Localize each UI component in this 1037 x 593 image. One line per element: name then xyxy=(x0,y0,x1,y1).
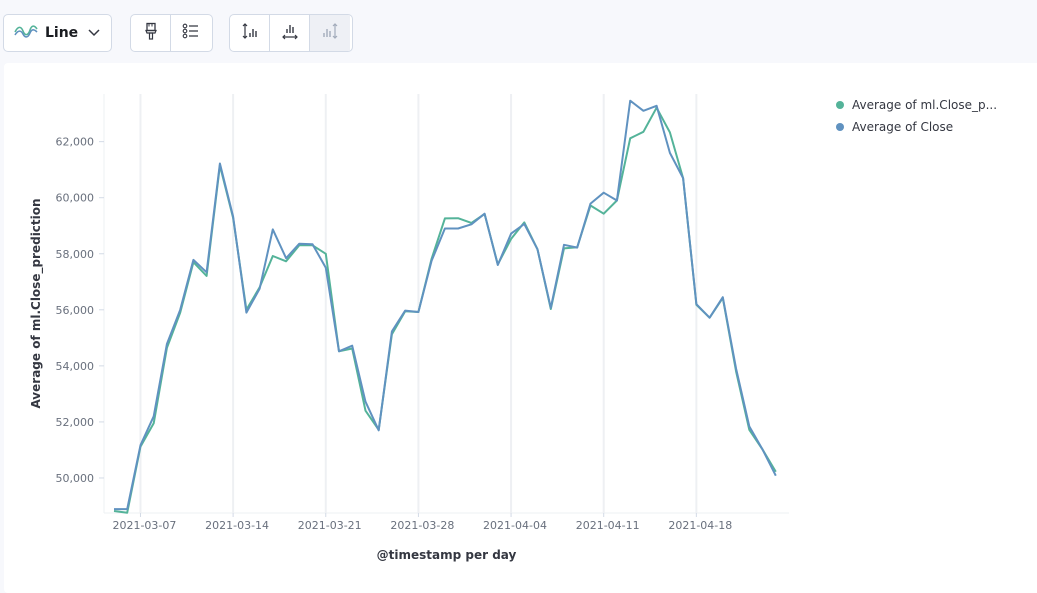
y-axis-title: Average of ml.Close_prediction xyxy=(29,198,44,408)
y-tick-label: 60,000 xyxy=(56,192,95,205)
x-tick-label: 2021-03-14 xyxy=(205,519,269,532)
line-chart: 50,000 52,000 54,000 56,000 58,000 60,000 62,0… xyxy=(29,94,789,562)
y-tick-label: 58,000 xyxy=(56,248,95,261)
series-line-2 xyxy=(114,99,777,511)
x-tick-label: 2021-03-07 xyxy=(112,519,176,532)
legend-dot xyxy=(836,101,844,109)
x-tick-label: 2021-04-04 xyxy=(483,519,547,532)
y-tick-label: 50,000 xyxy=(56,472,95,485)
x-tick-label: 2021-03-21 xyxy=(298,519,362,532)
legend-item[interactable]: Average of Close xyxy=(836,116,997,138)
y-tick-label: 54,000 xyxy=(56,360,95,373)
x-tick-label: 2021-04-18 xyxy=(668,519,732,532)
y-tick-label: 62,000 xyxy=(56,136,95,149)
y-tick-label: 56,000 xyxy=(56,304,95,317)
legend-dot xyxy=(836,123,844,131)
y-tick-label: 52,000 xyxy=(56,416,95,429)
x-axis-title: @timestamp per day xyxy=(377,548,517,562)
legend-label: Average of Close xyxy=(852,120,954,134)
legend: Average of ml.Close_p... Average of Clos… xyxy=(836,94,997,138)
legend-label: Average of ml.Close_p... xyxy=(852,98,998,112)
x-tick-label: 2021-04-11 xyxy=(576,519,640,532)
series-line-1 xyxy=(113,106,777,514)
legend-item[interactable]: Average of ml.Close_p... xyxy=(836,94,997,116)
x-tick-label: 2021-03-28 xyxy=(390,519,454,532)
